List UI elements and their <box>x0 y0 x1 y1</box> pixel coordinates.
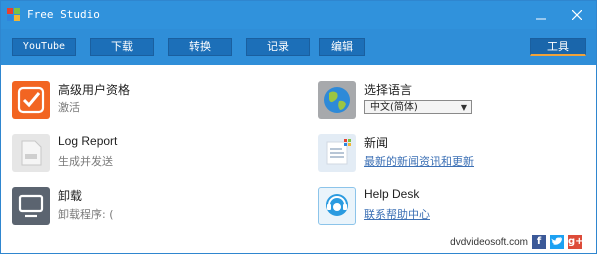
checkmark-icon[interactable] <box>12 81 50 119</box>
tab-convert[interactable]: 转换 <box>168 38 232 56</box>
log-report-subtitle[interactable]: 生成并发送 <box>58 153 113 169</box>
tab-edit[interactable]: 编辑 <box>319 38 365 56</box>
help-desk-title[interactable]: Help Desk <box>364 187 419 201</box>
globe-icon <box>318 81 356 119</box>
language-select[interactable]: 中文(简体) ▼ <box>364 100 472 114</box>
chevron-down-icon: ▼ <box>460 103 467 112</box>
tab-record[interactable]: 记录 <box>246 38 310 56</box>
monitor-icon[interactable] <box>12 187 50 225</box>
uninstall-title[interactable]: 卸载 <box>58 187 82 204</box>
app-logo-icon <box>7 8 21 22</box>
document-icon[interactable] <box>12 134 50 172</box>
tab-tools[interactable]: 工具 <box>530 38 586 56</box>
news-title: 新闻 <box>364 136 389 150</box>
news-link[interactable]: 最新的新闻资讯和更新 <box>364 153 474 169</box>
twitter-icon[interactable] <box>550 235 564 249</box>
tab-download[interactable]: 下载 <box>90 38 154 56</box>
facebook-icon[interactable]: f <box>532 235 546 249</box>
uninstall-subtitle[interactable]: 卸载程序: ( <box>58 206 114 222</box>
website-link[interactable]: dvdvideosoft.com <box>450 237 528 248</box>
log-report-title[interactable]: Log Report <box>58 134 117 148</box>
google-plus-icon[interactable]: g+ <box>568 235 584 249</box>
close-icon <box>571 9 583 21</box>
language-title: 选择语言 <box>364 83 413 97</box>
minimize-button[interactable] <box>529 5 553 25</box>
tools-panel: 高级用户资格 激活 选择语言 中文(简体) ▼ Log Report 生成并发送 <box>1 65 596 231</box>
toolbar: YouTube 下载 转换 记录 编辑 工具 <box>1 29 596 65</box>
minimize-icon <box>536 18 546 20</box>
headset-icon[interactable] <box>318 187 356 225</box>
close-button[interactable] <box>565 5 589 25</box>
help-desk-link[interactable]: 联系帮助中心 <box>364 206 430 222</box>
footer: dvdvideosoft.com f g+ <box>1 231 596 253</box>
tab-youtube[interactable]: YouTube <box>12 38 76 56</box>
premium-subtitle[interactable]: 激活 <box>58 99 80 115</box>
title-bar: Free Studio <box>1 1 596 29</box>
window-title: Free Studio <box>27 8 100 21</box>
premium-title[interactable]: 高级用户资格 <box>58 81 130 98</box>
news-icon[interactable] <box>318 134 356 172</box>
language-select-value: 中文(简体) <box>370 102 418 113</box>
app-window: Free Studio YouTube 下载 转换 记录 编辑 工具 高级用户资… <box>0 0 597 254</box>
